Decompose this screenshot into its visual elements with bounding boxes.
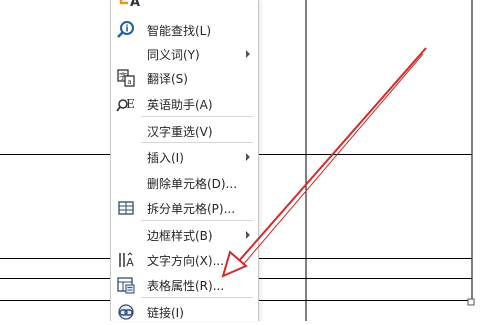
svg-text:E: E <box>126 97 135 111</box>
submenu-arrow-icon <box>246 50 250 58</box>
menu-item-label: 英语助手(A) <box>147 98 213 112</box>
menu-item-smart-lookup[interactable]: i 智能查找(L) <box>111 17 258 43</box>
svg-text:a: a <box>127 78 131 86</box>
menu-item-text-direction[interactable]: A 文字方向(X)... <box>111 247 258 273</box>
submenu-arrow-icon <box>246 231 250 239</box>
english-assistant-icon: E <box>115 94 137 114</box>
split-cells-icon <box>115 198 137 218</box>
table-resize-handle <box>467 298 475 306</box>
submenu-arrow-icon <box>246 153 250 161</box>
menu-item-label: 拆分单元格(P)... <box>147 202 236 216</box>
menu-item-label: 表格属性(R)... <box>147 279 225 293</box>
menu-separator <box>141 142 253 143</box>
menu-separator <box>141 116 253 117</box>
svg-text:A: A <box>126 256 134 269</box>
menu-item-label: 链接(I) <box>147 306 184 320</box>
menu-item-label: 插入(I) <box>147 151 184 165</box>
menu-separator <box>141 220 253 221</box>
menu-item-reconvert[interactable]: 汉字重选(V) <box>111 118 258 144</box>
menu-item-label: 汉字重选(V) <box>147 125 213 139</box>
menu-item-split-cells[interactable]: 拆分单元格(P)... <box>111 195 258 221</box>
menu-item-insert[interactable]: 插入(I) <box>111 144 258 170</box>
font-color-icon-letter: A <box>130 0 140 8</box>
context-menu: A i 智能查找(L) 同义词(Y) 字 a 翻译(S) E 英语助手(A) 汉… <box>110 0 259 321</box>
menu-item-label: 文字方向(X)... <box>147 254 225 268</box>
text-direction-icon: A <box>115 250 137 270</box>
table-properties-icon <box>115 275 137 295</box>
translate-icon: 字 a <box>115 68 137 88</box>
svg-text:i: i <box>125 25 128 35</box>
menu-item-table-properties[interactable]: 表格属性(R)... <box>111 272 258 298</box>
link-icon <box>115 302 137 322</box>
menu-item-english-assistant[interactable]: E 英语助手(A) <box>111 91 258 117</box>
menu-item-synonyms[interactable]: 同义词(Y) <box>111 41 258 67</box>
menu-item-border-styles[interactable]: 边框样式(B) <box>111 222 258 248</box>
menu-item-delete-cells[interactable]: 删除单元格(D)... <box>111 170 258 196</box>
menu-item-label: 翻译(S) <box>147 72 188 86</box>
menu-item-link[interactable]: 链接(I) <box>111 299 258 325</box>
font-color-icon: A <box>119 0 140 8</box>
menu-item-label: 删除单元格(D)... <box>147 177 238 191</box>
menu-item-label: 智能查找(L) <box>147 24 212 38</box>
search-info-icon: i <box>115 20 137 40</box>
menu-item-label: 同义词(Y) <box>147 48 200 62</box>
menu-item-label: 边框样式(B) <box>147 229 213 243</box>
menu-separator <box>141 297 253 298</box>
menu-item-translate[interactable]: 字 a 翻译(S) <box>111 65 258 91</box>
